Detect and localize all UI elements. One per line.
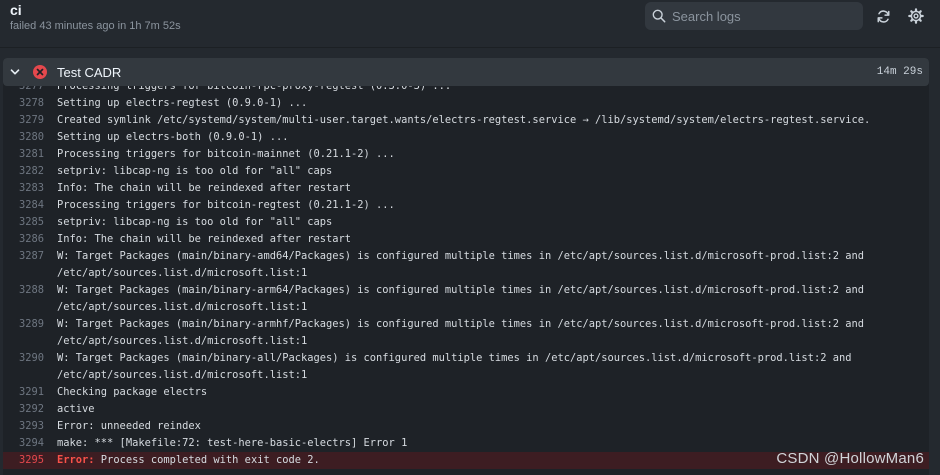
log-text: Processing triggers for bitcoin-mainnet … bbox=[57, 148, 395, 160]
line-number[interactable]: 3289 bbox=[3, 316, 44, 350]
log-text: Processing triggers for bitcoin-rpc-prox… bbox=[57, 86, 452, 92]
log-text: active bbox=[57, 403, 95, 415]
gear-icon bbox=[908, 8, 924, 24]
log-line[interactable]: 3284 Processing triggers for bitcoin-regt… bbox=[3, 197, 929, 214]
line-number[interactable]: 3287 bbox=[3, 248, 44, 282]
step-duration: 14m 29s bbox=[876, 66, 923, 78]
failed-status-icon bbox=[33, 65, 47, 79]
line-number[interactable]: 3282 bbox=[3, 163, 44, 180]
line-number[interactable]: 3294 bbox=[3, 435, 44, 452]
log-line[interactable]: 3292 active bbox=[3, 401, 929, 418]
line-number[interactable]: 3291 bbox=[3, 384, 44, 401]
workflow-title: ci bbox=[10, 2, 22, 18]
line-number[interactable]: 3290 bbox=[3, 350, 44, 384]
log-lines: 3277 Processing triggers for bitcoin-rpc-… bbox=[3, 86, 929, 469]
log-text: Processing triggers for bitcoin-regtest … bbox=[57, 199, 395, 211]
line-number[interactable]: 3278 bbox=[3, 95, 44, 112]
line-number[interactable]: 3293 bbox=[3, 418, 44, 435]
log-line[interactable]: 3288 W: Target Packages (main/binary-arm6… bbox=[3, 282, 929, 316]
line-number[interactable]: 3295 bbox=[3, 452, 44, 469]
chevron-down-icon[interactable] bbox=[9, 66, 21, 78]
step-header[interactable]: Test CADR 14m 29s bbox=[3, 58, 929, 86]
error-keyword: Error: bbox=[57, 454, 95, 466]
log-text: Error: unneeded reindex bbox=[57, 420, 201, 432]
search-icon bbox=[652, 9, 666, 23]
log-line[interactable]: 3282 setpriv: libcap-ng is too old for "a… bbox=[3, 163, 929, 180]
log-line[interactable]: 3277 Processing triggers for bitcoin-rpc-… bbox=[3, 86, 929, 95]
error-message: Process completed with exit code 2. bbox=[94, 454, 320, 466]
log-line[interactable]: 3291 Checking package electrs bbox=[3, 384, 929, 401]
log-text: Info: The chain will be reindexed after … bbox=[57, 182, 352, 194]
settings-button[interactable] bbox=[906, 6, 926, 26]
search-input[interactable] bbox=[672, 2, 857, 30]
log-line[interactable]: 3278 Setting up electrs-regtest (0.9.0-1)… bbox=[3, 95, 929, 112]
log-viewer[interactable]: 3277 Processing triggers for bitcoin-rpc-… bbox=[3, 86, 929, 475]
log-text: W: Target Packages (main/binary-amd64/Pa… bbox=[57, 250, 864, 279]
log-line[interactable]: 3279 Created symlink /etc/systemd/system/… bbox=[3, 112, 929, 129]
workflow-status-text: failed 43 minutes ago in 1h 7m 52s bbox=[10, 20, 181, 32]
log-line[interactable]: 3281 Processing triggers for bitcoin-main… bbox=[3, 146, 929, 163]
log-line[interactable]: 3285 setpriv: libcap-ng is too old for "a… bbox=[3, 214, 929, 231]
log-text: setpriv: libcap-ng is too old for "all" … bbox=[57, 165, 333, 177]
line-number[interactable]: 3286 bbox=[3, 231, 44, 248]
line-number[interactable]: 3277 bbox=[3, 86, 44, 95]
log-line[interactable]: 3293 Error: unneeded reindex bbox=[3, 418, 929, 435]
refresh-button[interactable] bbox=[873, 6, 893, 26]
line-number[interactable]: 3284 bbox=[3, 197, 44, 214]
watermark: CSDN @HollowMan6 bbox=[776, 450, 924, 467]
line-number[interactable]: 3281 bbox=[3, 146, 44, 163]
log-text: Error: Process completed with exit code … bbox=[44, 452, 904, 469]
workflow-header: ci failed 43 minutes ago in 1h 7m 52s bbox=[0, 0, 940, 48]
log-text: W: Target Packages (main/binary-armhf/Pa… bbox=[57, 318, 864, 347]
line-number[interactable]: 3283 bbox=[3, 180, 44, 197]
log-line[interactable]: 3290 W: Target Packages (main/binary-all/… bbox=[3, 350, 929, 384]
step-name: Test CADR bbox=[57, 65, 122, 80]
log-line[interactable]: 3280 Setting up electrs-both (0.9.0-1) ..… bbox=[3, 129, 929, 146]
log-text: W: Target Packages (main/binary-arm64/Pa… bbox=[57, 284, 864, 313]
line-number[interactable]: 3280 bbox=[3, 129, 44, 146]
log-text: W: Target Packages (main/binary-all/Pack… bbox=[57, 352, 852, 381]
log-text: Setting up electrs-regtest (0.9.0-1) ... bbox=[57, 97, 308, 109]
log-line[interactable]: 3289 W: Target Packages (main/binary-armh… bbox=[3, 316, 929, 350]
line-number[interactable]: 3285 bbox=[3, 214, 44, 231]
log-line[interactable]: 3287 W: Target Packages (main/binary-amd6… bbox=[3, 248, 929, 282]
refresh-icon bbox=[877, 9, 889, 23]
log-text: Info: The chain will be reindexed after … bbox=[57, 233, 352, 245]
log-text: Setting up electrs-both (0.9.0-1) ... bbox=[57, 131, 289, 143]
job-step-panel: Test CADR 14m 29s 3277 Processing trigger… bbox=[3, 58, 929, 475]
log-text: Checking package electrs bbox=[57, 386, 208, 398]
line-number[interactable]: 3288 bbox=[3, 282, 44, 316]
x-icon bbox=[36, 68, 44, 76]
line-number[interactable]: 3292 bbox=[3, 401, 44, 418]
search-box[interactable] bbox=[645, 2, 863, 30]
log-text: Created symlink /etc/systemd/system/mult… bbox=[57, 114, 871, 126]
line-number[interactable]: 3279 bbox=[3, 112, 44, 129]
log-text: setpriv: libcap-ng is too old for "all" … bbox=[57, 216, 333, 228]
log-line[interactable]: 3283 Info: The chain will be reindexed af… bbox=[3, 180, 929, 197]
log-text: make: *** [Makefile:72: test-here-basic-… bbox=[57, 437, 408, 449]
log-line[interactable]: 3286 Info: The chain will be reindexed af… bbox=[3, 231, 929, 248]
